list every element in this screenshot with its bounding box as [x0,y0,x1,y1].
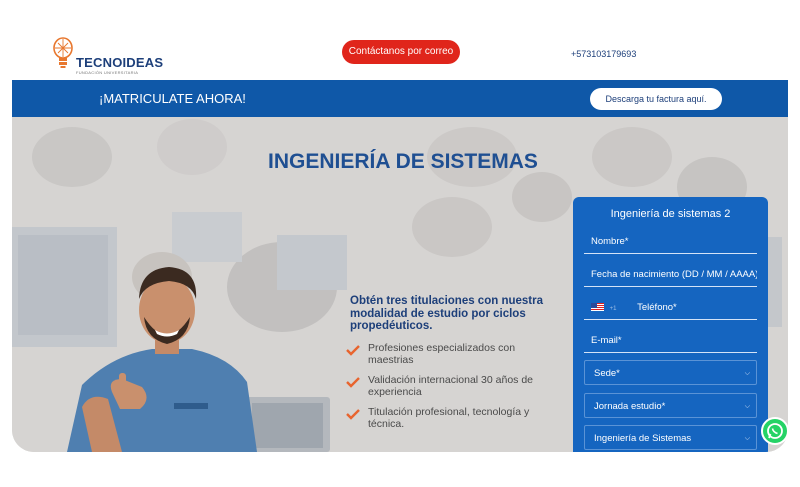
benefit-text: Profesiones especializados con maestrias [368,342,516,366]
check-icon [346,409,360,420]
whatsapp-icon [767,423,783,439]
check-icon [346,345,360,356]
jornada-value: Jornada estudio* [594,401,666,412]
enrollment-form: Ingeniería de sistemas 2 Nombre* Fecha d… [573,197,768,452]
sede-select[interactable]: Sede* ⌵ [584,360,757,385]
birthdate-field[interactable]: Fecha de nacimiento (DD / MM / AAAA)* [584,262,757,287]
phone-field[interactable]: +1 Teléfono* [584,295,757,320]
hero-title: INGENIERÍA DE SISTEMAS [268,150,538,173]
phone-placeholder: Teléfono* [637,302,677,313]
form-title: Ingeniería de sistemas 2 [610,208,731,220]
benefit-text: Validación internacional 30 años de expe… [368,374,534,398]
hero-section: INGENIERÍA DE SISTEMAS Obtén tres titula… [12,117,788,452]
top-header: TECNOIDEAS FUNDACIÓN UNIVERSITARIA Contá… [12,32,788,80]
benefit-text: Titulación profesional, tecnología y téc… [368,406,530,430]
download-invoice-button[interactable]: Descarga tu factura aquí. [590,88,722,110]
chevron-down-icon: ⌵ [744,370,750,377]
chevron-down-icon: ⌵ [744,435,750,442]
benefit-item: Validación internacional 30 años de expe… [346,374,556,398]
logo[interactable]: TECNOIDEAS FUNDACIÓN UNIVERSITARIA [52,37,172,75]
email-field[interactable]: E-mail* [584,328,757,353]
lightbulb-logo-icon [53,37,73,68]
enroll-band: ¡MATRICULATE AHORA! Descarga tu factura … [12,80,788,117]
program-select[interactable]: Ingeniería de Sistemas ⌵ [584,425,757,450]
name-field[interactable]: Nombre* [584,229,757,254]
contact-email-button[interactable]: Contáctanos por correo [342,40,460,64]
enroll-title: ¡MATRICULATE AHORA! [99,91,246,106]
logo-subtitle: FUNDACIÓN UNIVERSITARIA [76,70,139,75]
benefits-list: Profesiones especializados con maestrias… [346,342,556,439]
promo-text: Obtén tres titulaciones con nuestra moda… [350,295,543,332]
us-flag-icon[interactable] [591,303,604,312]
whatsapp-button[interactable] [761,417,789,445]
chevron-down-icon: ⌵ [744,403,750,410]
benefit-item: Titulación profesional, tecnología y téc… [346,406,556,430]
landing-page: TECNOIDEAS FUNDACIÓN UNIVERSITARIA Contá… [12,32,788,452]
phone-country-code: +1 [609,306,617,312]
program-value: Ingeniería de Sistemas [594,433,692,444]
check-icon [346,377,360,388]
benefit-item: Profesiones especializados con maestrias [346,342,556,366]
logo-name: TECNOIDEAS [76,55,164,70]
phone-link[interactable]: +573103179693 [571,49,636,59]
sede-value: Sede* [594,368,620,379]
jornada-select[interactable]: Jornada estudio* ⌵ [584,393,757,418]
